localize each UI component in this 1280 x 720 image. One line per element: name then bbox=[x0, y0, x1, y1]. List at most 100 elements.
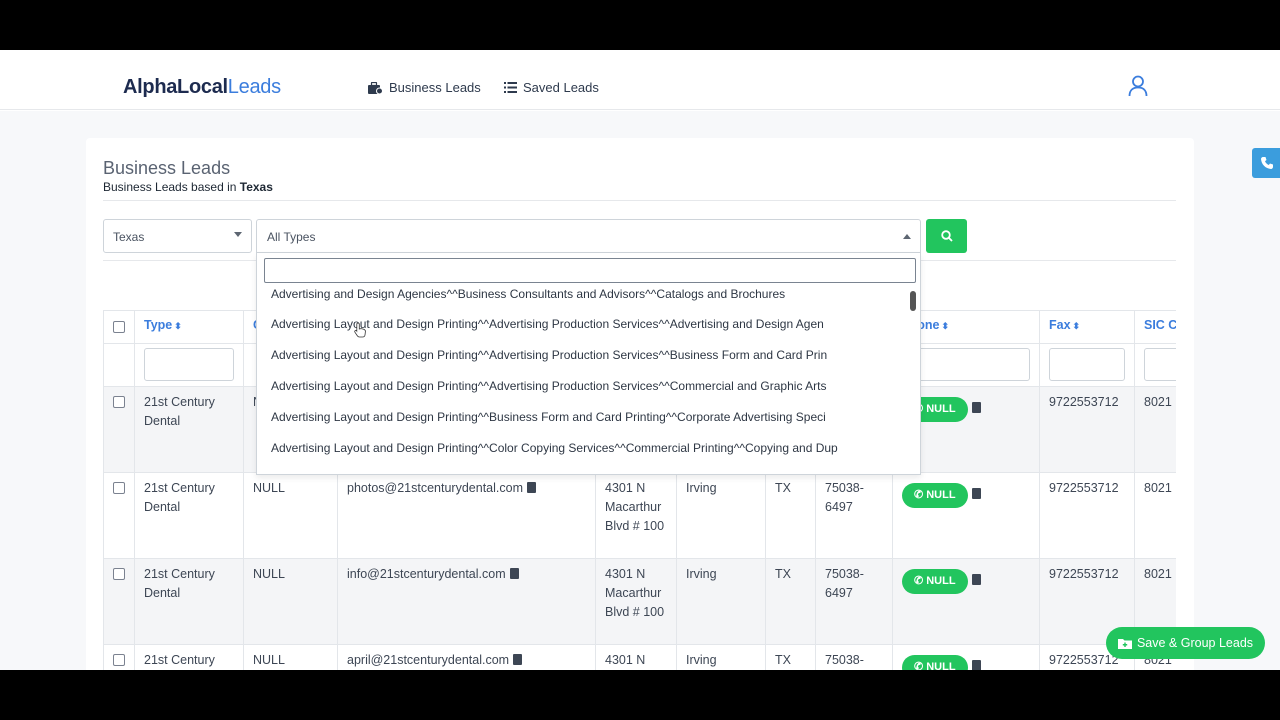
chevron-down-icon bbox=[234, 232, 242, 237]
type-cell: 21st Century Dental bbox=[134, 644, 244, 670]
sic-filter-input[interactable] bbox=[1144, 348, 1176, 381]
call-button-label: NULL bbox=[926, 575, 956, 587]
row-checkbox[interactable] bbox=[113, 568, 125, 580]
type-filter-input[interactable] bbox=[144, 348, 234, 381]
zip-cell: 75038-6497 bbox=[815, 558, 893, 645]
copy-icon[interactable] bbox=[971, 660, 981, 670]
logo-text-secondary: Leads bbox=[227, 76, 281, 98]
row-select-cell bbox=[103, 386, 135, 473]
fax-cell: 9722553712 bbox=[1039, 386, 1135, 473]
c-cell: NULL bbox=[243, 558, 338, 645]
copy-icon[interactable] bbox=[971, 574, 981, 585]
page-subtitle: Business Leads based in Texas bbox=[103, 180, 273, 194]
zip-cell: 75038-6497 bbox=[815, 472, 893, 559]
nav-saved-leads[interactable]: Saved Leads bbox=[504, 80, 599, 95]
fax-cell: 9722553712 bbox=[1039, 472, 1135, 559]
top-navbar: AlphaLocalLeads Business Leads Saved Lea… bbox=[0, 56, 1280, 110]
call-button-label: NULL bbox=[926, 661, 956, 670]
row-select-cell bbox=[103, 472, 135, 559]
c-cell: NULL bbox=[243, 472, 338, 559]
zip-cell: 75038-6497 bbox=[815, 644, 893, 670]
dropdown-scrollbar[interactable] bbox=[910, 291, 916, 311]
dropdown-option[interactable]: Advertising Layout and Design Printing^^… bbox=[271, 348, 827, 362]
sort-icon[interactable]: ⬍ bbox=[1073, 321, 1081, 331]
state-select-value: Texas bbox=[113, 230, 145, 244]
logo-text-primary: AlphaLocal bbox=[123, 76, 228, 98]
divider bbox=[103, 200, 1176, 201]
phone-cell: ✆NULL bbox=[892, 472, 1040, 559]
city-cell: Irving bbox=[676, 558, 766, 645]
sic-cell: 8021 bbox=[1134, 472, 1176, 559]
dropdown-option[interactable]: Advertising and Design Agencies^^Busines… bbox=[271, 288, 785, 301]
column-header-fax[interactable]: Fax ⬍ bbox=[1039, 310, 1135, 344]
filter-cell bbox=[1039, 343, 1135, 387]
save-group-leads-button[interactable]: Save & Group Leads bbox=[1106, 627, 1265, 659]
row-checkbox[interactable] bbox=[113, 482, 125, 494]
fax-filter-input[interactable] bbox=[1049, 348, 1125, 381]
column-header-type[interactable]: Type ⬍ bbox=[134, 310, 244, 344]
copy-icon[interactable] bbox=[971, 402, 981, 413]
subtitle-prefix: Business Leads based in bbox=[103, 180, 240, 194]
row-select-cell bbox=[103, 644, 135, 670]
table-row: 21st Century Dental NULL april@21stcentu… bbox=[103, 644, 1176, 670]
row-select-cell bbox=[103, 558, 135, 645]
address-cell: 4301 N Macarthur bbox=[595, 644, 677, 670]
copy-icon[interactable] bbox=[509, 568, 519, 579]
column-header-label: SIC C bbox=[1144, 318, 1176, 332]
table-row: 21st Century Dental NULL photos@21stcent… bbox=[103, 472, 1176, 559]
dropdown-option[interactable]: Advertising Layout and Design Printing^^… bbox=[271, 441, 838, 455]
column-header-sic[interactable]: SIC C bbox=[1134, 310, 1176, 344]
nav-business-leads[interactable]: Business Leads bbox=[368, 80, 481, 95]
briefcase-icon bbox=[368, 81, 383, 94]
phone-cell: ✆NULL bbox=[892, 558, 1040, 645]
dropdown-search-input[interactable] bbox=[264, 258, 916, 283]
filter-cell bbox=[1134, 343, 1176, 387]
phone-icon: ✆ bbox=[914, 489, 924, 501]
row-checkbox[interactable] bbox=[113, 396, 125, 408]
city-cell: Irving bbox=[676, 644, 766, 670]
row-checkbox[interactable] bbox=[113, 654, 125, 666]
email-text: info@21stcenturydental.com bbox=[347, 567, 506, 581]
sort-icon[interactable]: ⬍ bbox=[941, 321, 949, 331]
phone-filter-input[interactable] bbox=[902, 348, 1030, 381]
select-all-checkbox[interactable] bbox=[113, 321, 125, 333]
search-button[interactable] bbox=[926, 219, 967, 253]
copy-icon[interactable] bbox=[513, 654, 523, 665]
state-cell: TX bbox=[765, 558, 816, 645]
search-icon bbox=[941, 230, 953, 242]
dropdown-option[interactable]: Advertising Layout and Design Printing^^… bbox=[271, 410, 826, 424]
email-cell: info@21stcenturydental.com bbox=[337, 558, 596, 645]
sic-cell: 8021 bbox=[1134, 386, 1176, 473]
hand-cursor-icon bbox=[354, 322, 366, 338]
nav-saved-leads-label: Saved Leads bbox=[523, 80, 599, 95]
call-button[interactable]: ✆NULL bbox=[902, 483, 968, 508]
phone-icon bbox=[1261, 157, 1273, 169]
dropdown-option[interactable]: Advertising Layout and Design Printing^^… bbox=[271, 379, 826, 393]
type-cell: 21st Century Dental bbox=[134, 472, 244, 559]
copy-icon[interactable] bbox=[971, 488, 981, 499]
select-all-cell[interactable] bbox=[103, 310, 135, 344]
city-cell: Irving bbox=[676, 472, 766, 559]
address-cell: 4301 N Macarthur Blvd # 100 bbox=[595, 558, 677, 645]
phone-support-tab[interactable] bbox=[1252, 148, 1280, 178]
type-cell: 21st Century Dental bbox=[134, 386, 244, 473]
phone-cell: ✆NULL bbox=[892, 644, 1040, 670]
chevron-up-icon bbox=[903, 234, 911, 239]
type-select[interactable]: All Types bbox=[256, 219, 921, 253]
email-cell: photos@21stcenturydental.com bbox=[337, 472, 596, 559]
type-dropdown-menu: Advertising and Design Agencies^^Busines… bbox=[256, 253, 921, 475]
type-cell: 21st Century Dental bbox=[134, 558, 244, 645]
user-icon[interactable] bbox=[1128, 75, 1148, 97]
call-button[interactable]: ✆NULL bbox=[902, 655, 968, 670]
dropdown-options-list[interactable]: Advertising and Design Agencies^^Busines… bbox=[257, 288, 912, 474]
email-text: april@21stcenturydental.com bbox=[347, 653, 510, 667]
logo[interactable]: AlphaLocalLeads bbox=[123, 76, 281, 99]
address-cell: 4301 N Macarthur Blvd # 100 bbox=[595, 472, 677, 559]
call-button[interactable]: ✆NULL bbox=[902, 569, 968, 594]
column-header-label: Type bbox=[144, 318, 173, 332]
state-select[interactable]: Texas bbox=[103, 219, 252, 253]
sort-icon[interactable]: ⬍ bbox=[174, 321, 182, 331]
copy-icon[interactable] bbox=[526, 482, 536, 493]
email-text: photos@21stcenturydental.com bbox=[347, 481, 523, 495]
call-button-label: NULL bbox=[926, 489, 956, 501]
